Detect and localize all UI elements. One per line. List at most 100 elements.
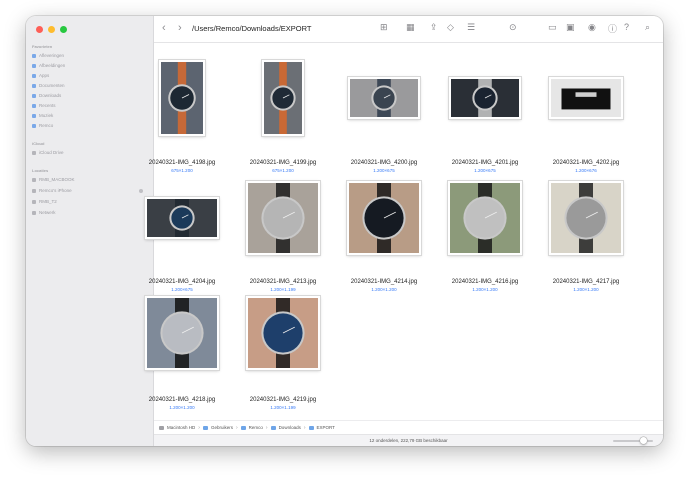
status-text: 12 onderdelen, 222,79 GB beschikbaar xyxy=(369,438,448,443)
file-dimensions: 675×1.200 xyxy=(171,168,193,173)
phone-icon xyxy=(32,188,36,193)
sidebar-item[interactable]: Remco xyxy=(32,123,53,128)
file-thumbnail[interactable] xyxy=(449,77,521,119)
share-icon[interactable]: ⇪ xyxy=(430,22,438,33)
tag-icon[interactable]: ◇ xyxy=(447,22,454,33)
path-bar: Macintosh HD › Gebruikers › Remco › Down… xyxy=(154,420,663,434)
file-thumbnail[interactable] xyxy=(246,181,320,255)
drive-icon xyxy=(32,199,36,204)
separator-icon: › xyxy=(303,424,306,431)
airdrop-icon xyxy=(32,53,36,58)
sidebar-item[interactable]: RMB_T2 xyxy=(32,199,57,204)
file-name[interactable]: 20240321-IMG_4204.jpg xyxy=(132,279,232,285)
file-thumbnail[interactable] xyxy=(145,296,219,370)
finder-window: Favorieten Afleveringen Afbeeldingen App… xyxy=(26,16,663,446)
icon-size-slider[interactable] xyxy=(613,437,653,444)
path-segment[interactable]: Remco xyxy=(249,425,263,430)
file-name[interactable]: 20240321-IMG_4201.jpg xyxy=(435,160,535,166)
help-icon[interactable]: ? xyxy=(624,22,629,32)
more-icon[interactable]: ⊙ xyxy=(509,22,517,33)
hard-drive-icon xyxy=(159,425,164,430)
photo-preview xyxy=(248,298,318,368)
file-name[interactable]: 20240321-IMG_4219.jpg xyxy=(233,397,333,403)
file-name[interactable]: 20240321-IMG_4216.jpg xyxy=(435,279,535,285)
toolbar: ‹ › /Users/Remco/Downloads/EXPORT ⊞ ▦ ⇪ … xyxy=(154,16,663,43)
info-icon[interactable]: ⓘ xyxy=(608,22,617,35)
file-dimensions: 675×1.200 xyxy=(272,168,294,173)
sidebar-item[interactable]: Netwerk xyxy=(32,210,56,215)
file-name[interactable]: 20240321-IMG_4218.jpg xyxy=(132,397,232,403)
photo-preview xyxy=(450,183,520,253)
folder-icon xyxy=(240,425,246,430)
image-icon xyxy=(32,63,36,68)
path-segment[interactable]: Macintosh HD xyxy=(167,425,195,430)
file-dimensions: 1.200×675 xyxy=(474,168,496,173)
file-name[interactable]: 20240321-IMG_4213.jpg xyxy=(233,279,333,285)
file-thumbnail[interactable] xyxy=(159,60,205,136)
sidebar-item[interactable]: Remco's iPhone xyxy=(32,188,72,193)
list-options-icon[interactable]: ☰ xyxy=(467,22,475,33)
sidebar-item[interactable]: iCloud Drive xyxy=(32,150,64,155)
file-thumbnail[interactable] xyxy=(347,181,421,255)
zoom-button[interactable] xyxy=(60,26,67,33)
laptop-icon xyxy=(32,177,36,182)
clock-icon xyxy=(32,103,36,108)
photo-preview xyxy=(451,79,519,117)
path-segment[interactable]: EXPORT xyxy=(317,425,335,430)
sidebar-item[interactable]: Downloads xyxy=(32,93,61,98)
window-controls xyxy=(36,26,67,33)
sidebar-item[interactable]: Apps xyxy=(32,73,49,78)
file-name[interactable]: 20240321-IMG_4217.jpg xyxy=(536,279,636,285)
file-name[interactable]: 20240321-IMG_4202.jpg xyxy=(536,160,636,166)
search-icon[interactable]: ⌕ xyxy=(645,22,650,33)
slider-knob[interactable] xyxy=(640,437,647,444)
file-thumbnail[interactable] xyxy=(448,181,522,255)
sidebar-section-locations: Locaties xyxy=(32,168,49,173)
new-folder-icon[interactable]: ▭ xyxy=(548,22,557,33)
file-thumbnail[interactable] xyxy=(549,181,623,255)
home-icon xyxy=(32,123,36,128)
file-thumbnail[interactable] xyxy=(348,77,420,119)
network-icon xyxy=(32,210,36,215)
sidebar-item[interactable]: Recents xyxy=(32,103,56,108)
chevron-left-icon[interactable]: ‹ xyxy=(162,22,166,34)
cloud-icon xyxy=(32,150,36,155)
file-thumbnail[interactable] xyxy=(145,197,219,239)
photo-preview xyxy=(551,183,621,253)
file-name[interactable]: 20240321-IMG_4200.jpg xyxy=(334,160,434,166)
chevron-right-icon[interactable]: › xyxy=(178,22,182,34)
eject-icon[interactable] xyxy=(139,189,143,193)
sidebar-item[interactable]: Afbeeldingen xyxy=(32,63,65,68)
file-dimensions: 1.200×1.199 xyxy=(270,287,296,292)
minimize-button[interactable] xyxy=(48,26,55,33)
sidebar-item[interactable]: Documenten xyxy=(32,83,65,88)
apps-icon xyxy=(32,73,36,78)
sidebar-item[interactable]: Afleveringen xyxy=(32,53,64,58)
file-name[interactable]: 20240321-IMG_4214.jpg xyxy=(334,279,434,285)
sidebar-item[interactable]: Muziek xyxy=(32,113,53,118)
file-dimensions: 1.200×675 xyxy=(373,168,395,173)
window-title: /Users/Remco/Downloads/EXPORT xyxy=(192,24,312,33)
file-dimensions: 1.200×1.200 xyxy=(169,405,195,410)
file-dimensions: 1.200×675 xyxy=(171,287,193,292)
eye-icon[interactable]: ◉ xyxy=(588,22,596,33)
file-dimensions: 1.200×1.200 xyxy=(472,287,498,292)
close-button[interactable] xyxy=(36,26,43,33)
file-dimensions: 1.200×676 xyxy=(575,168,597,173)
path-segment[interactable]: Downloads xyxy=(279,425,301,430)
photo-preview xyxy=(551,79,621,117)
file-thumbnail[interactable] xyxy=(262,60,304,136)
group-icon[interactable]: ▦ xyxy=(406,22,415,33)
file-name[interactable]: 20240321-IMG_4198.jpg xyxy=(132,160,232,166)
folder-icon xyxy=(270,425,276,430)
photo-preview xyxy=(264,62,302,134)
photo-preview xyxy=(350,79,418,117)
sidebar-item[interactable]: RMB_MACBOOK xyxy=(32,177,75,182)
file-grid: 20240321-IMG_4198.jpg 675×1.200 20240321-I… xyxy=(145,43,663,433)
grid-view-icon[interactable]: ⊞ xyxy=(380,22,388,33)
file-name[interactable]: 20240321-IMG_4199.jpg xyxy=(233,160,333,166)
file-thumbnail[interactable] xyxy=(549,77,623,119)
file-thumbnail[interactable] xyxy=(246,296,320,370)
preview-icon[interactable]: ▣ xyxy=(566,22,575,33)
path-segment[interactable]: Gebruikers xyxy=(211,425,233,430)
